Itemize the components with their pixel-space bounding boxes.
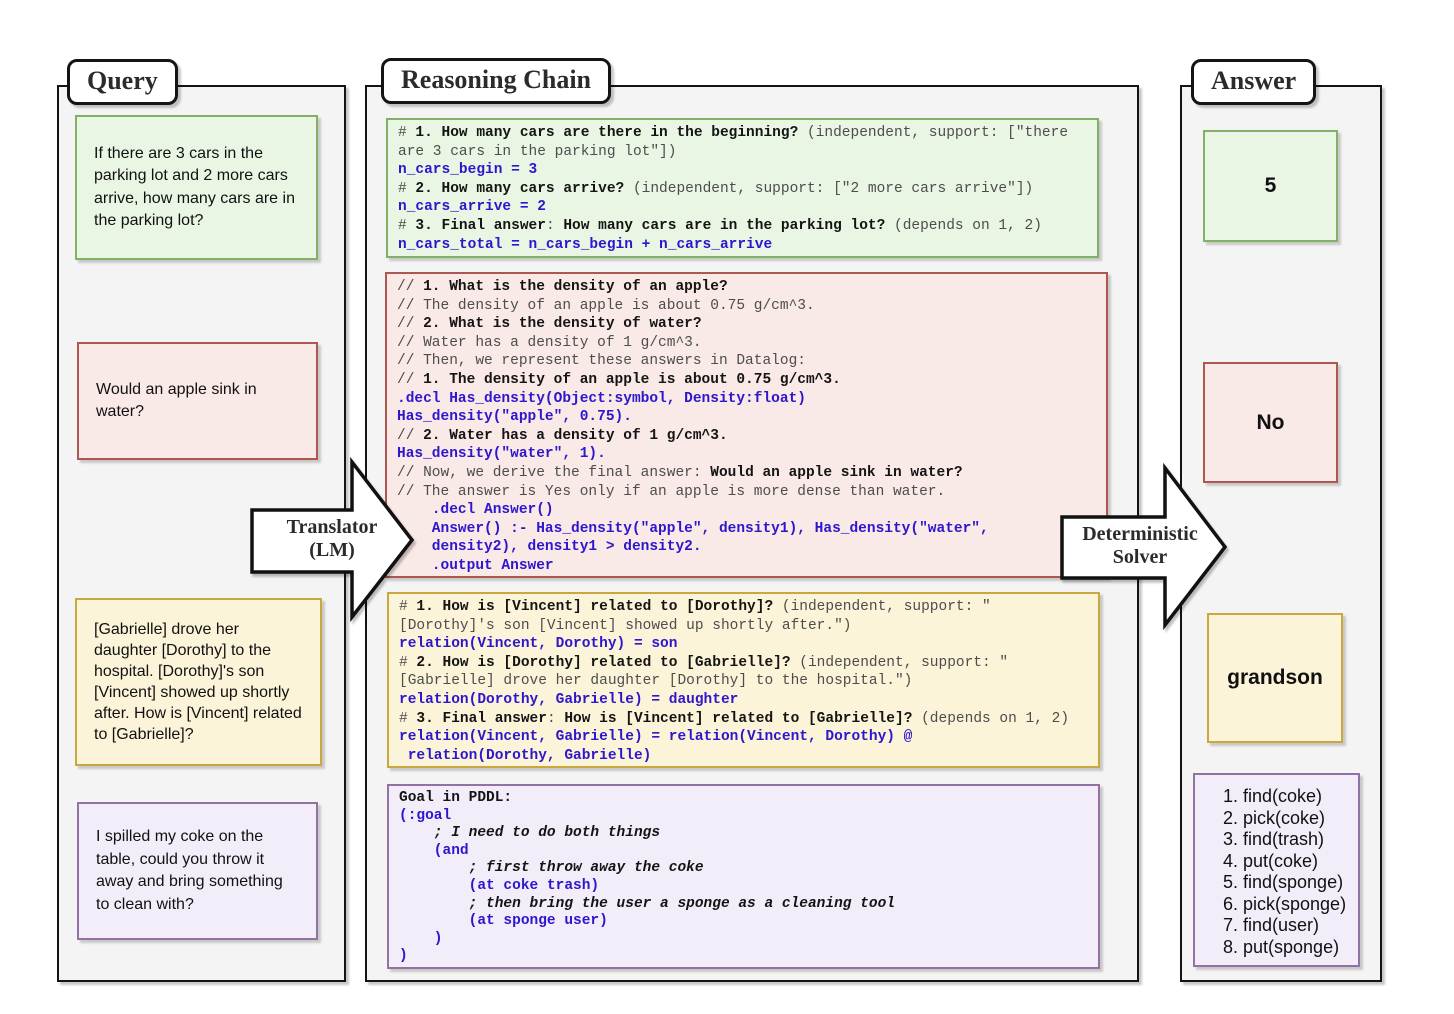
- answer-text-five: 5: [1265, 174, 1277, 198]
- answer-header: Answer: [1191, 59, 1316, 105]
- query-text-spilled-coke: I spilled my coke on the table, could yo…: [96, 826, 299, 916]
- solver-arrow-label-line1: Deterministic: [1059, 523, 1221, 546]
- query-text-parking-cars: If there are 3 cars in the parking lot a…: [94, 143, 299, 233]
- solver-arrow-label-line2: Solver: [1059, 546, 1221, 569]
- reasoning-box-pddl-goal: Goal in PDDL:(:goal ; I need to do both …: [387, 784, 1100, 969]
- query-box-parking-cars: If there are 3 cars in the parking lot a…: [75, 115, 318, 260]
- pipeline-figure: Query Reasoning Chain Answer If there ar…: [0, 0, 1454, 1014]
- answer-box-five: 5: [1203, 130, 1338, 242]
- answer-text-no: No: [1257, 411, 1285, 435]
- reasoning-box-datalog-density: // 1. What is the density of an apple?//…: [385, 272, 1108, 578]
- translator-arrow-label-line2: (LM): [252, 539, 412, 562]
- translator-arrow-label-line1: Translator: [252, 516, 412, 539]
- answer-box-robot-plan: 1. find(coke)2. pick(coke)3. find(trash)…: [1193, 773, 1360, 967]
- query-box-spilled-coke: I spilled my coke on the table, could yo…: [77, 802, 318, 940]
- answer-header-label: Answer: [1211, 66, 1296, 95]
- answer-box-no: No: [1203, 362, 1338, 483]
- query-box-apple-water: Would an apple sink in water?: [77, 342, 318, 460]
- query-header: Query: [67, 59, 178, 105]
- reasoning-chain-header: Reasoning Chain: [381, 58, 611, 104]
- query-box-family-relation: [Gabrielle] drove her daughter [Dorothy]…: [75, 598, 322, 766]
- solver-arrow-label: Deterministic Solver: [1059, 523, 1221, 569]
- query-text-family-relation: [Gabrielle] drove her daughter [Dorothy]…: [94, 619, 303, 745]
- reasoning-chain-header-label: Reasoning Chain: [401, 65, 591, 94]
- reasoning-box-kinship-relation: # 1. How is [Vincent] related to [Doroth…: [387, 592, 1100, 768]
- reasoning-box-python-math: # 1. How many cars are there in the begi…: [386, 118, 1099, 258]
- query-text-apple-water: Would an apple sink in water?: [96, 379, 299, 424]
- answer-box-grandson: grandson: [1207, 613, 1343, 743]
- query-header-label: Query: [87, 66, 158, 95]
- translator-arrow-label: Translator (LM): [252, 516, 412, 562]
- answer-text-grandson: grandson: [1227, 666, 1323, 690]
